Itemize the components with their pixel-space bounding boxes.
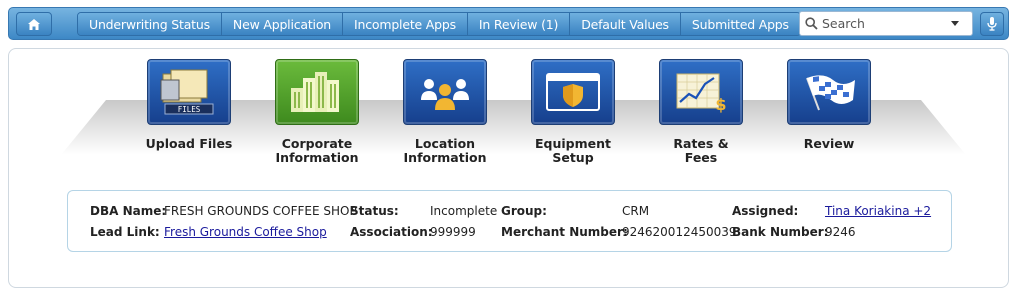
home-icon [28,18,40,30]
search-input[interactable] [822,16,947,31]
bank-number-label: Bank Number: [732,225,829,239]
microphone-button[interactable] [980,12,1004,36]
merchant-number-label: Merchant Number: [501,225,628,239]
step-location-information[interactable]: Location Information [385,59,505,165]
association-value: 999999 [430,225,476,239]
svg-text:FILES: FILES [178,105,201,114]
bank-number-value: 9246 [825,225,856,239]
wizard-steps: FILES Upload Files Corporate Information… [9,59,1010,179]
search-box[interactable] [799,11,973,36]
application-panel: FILES Upload Files Corporate Information… [8,48,1009,288]
nav-tabs: Underwriting Status New Application Inco… [77,12,801,36]
association-label: Association: [350,225,433,239]
nav-incomplete-apps[interactable]: Incomplete Apps [342,13,467,35]
upload-files-icon[interactable]: FILES [147,59,231,125]
building-icon[interactable] [275,59,359,125]
microphone-icon [987,17,997,31]
step-label[interactable]: Equipment Setup [513,137,633,165]
checkered-flag-icon[interactable] [787,59,871,125]
step-corporate-information[interactable]: Corporate Information [257,59,377,165]
group-value: CRM [622,204,650,218]
chart-dollar-icon[interactable]: $ [659,59,743,125]
status-label: Status: [350,204,399,218]
step-rates-fees[interactable]: $ Rates & Fees [641,59,761,165]
nav-submitted-apps[interactable]: Submitted Apps [679,13,800,35]
nav-underwriting-status[interactable]: Underwriting Status [78,13,221,35]
nav-default-values[interactable]: Default Values [569,13,680,35]
group-label: Group: [501,204,547,218]
lead-link[interactable]: Fresh Grounds Coffee Shop [164,225,327,239]
home-button[interactable] [16,12,52,36]
chevron-down-icon[interactable] [947,21,963,26]
dba-name-label: DBA Name: [90,204,167,218]
step-equipment-setup[interactable]: Equipment Setup [513,59,633,165]
step-label[interactable]: Upload Files [146,137,233,151]
merchant-number-value: 924620012450039 [622,225,737,239]
status-value: Incomplete [430,204,498,218]
assigned-label: Assigned: [732,204,799,218]
assigned-link[interactable]: Tina Koriakina +2 [825,204,931,218]
step-label[interactable]: Rates & Fees [666,137,736,165]
step-label[interactable]: Review [804,137,855,151]
step-label[interactable]: Corporate Information [257,137,377,165]
step-review[interactable]: Review [769,59,889,151]
lead-link-label: Lead Link: [90,225,160,239]
svg-text:$: $ [715,95,726,114]
nav-in-review[interactable]: In Review (1) [466,13,570,35]
people-icon[interactable] [403,59,487,125]
dba-name-value: FRESH GROUNDS COFFEE SHOP [164,204,357,218]
merchant-info-box: DBA Name: FRESH GROUNDS COFFEE SHOP Lead… [67,190,952,252]
step-label[interactable]: Location Information [385,137,505,165]
top-nav-bar: Underwriting Status New Application Inco… [8,7,1009,40]
search-icon [800,17,822,30]
step-upload-files[interactable]: FILES Upload Files [129,59,249,151]
nav-new-application[interactable]: New Application [220,13,343,35]
shield-window-icon[interactable] [531,59,615,125]
